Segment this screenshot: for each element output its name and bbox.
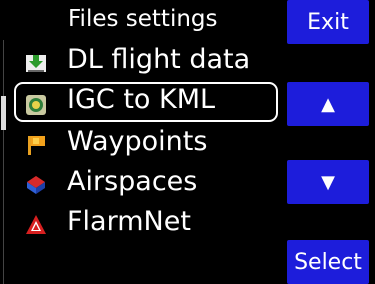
list-item-dl-flight-data[interactable]: DL flight data <box>16 42 278 82</box>
list-item-igc-to-kml[interactable]: IGC to KML <box>14 82 278 122</box>
download-icon <box>26 55 46 72</box>
scrollbar-thumb[interactable] <box>1 96 6 130</box>
scroll-down-button[interactable]: ▼ <box>287 160 369 204</box>
scroll-up-button[interactable]: ▲ <box>287 82 369 126</box>
select-button-label: Select <box>294 249 362 275</box>
list-item-label: FlarmNet <box>67 206 191 237</box>
list-item-label: IGC to KML <box>67 84 216 115</box>
scrollbar-track <box>3 40 4 284</box>
list-item-label: Waypoints <box>67 126 208 157</box>
airspace-icon <box>27 176 45 194</box>
up-arrow-icon: ▲ <box>321 93 335 115</box>
flag-icon <box>28 136 45 155</box>
select-button[interactable]: Select <box>287 240 369 284</box>
convert-icon <box>26 95 46 115</box>
page-title: Files settings <box>68 6 218 32</box>
list-item-flarmnet[interactable]: FlarmNet <box>16 204 278 244</box>
list-item-label: DL flight data <box>67 44 251 75</box>
exit-button[interactable]: Exit <box>287 0 369 44</box>
list-item-airspaces[interactable]: Airspaces <box>16 164 278 204</box>
exit-button-label: Exit <box>307 9 349 35</box>
down-arrow-icon: ▼ <box>321 171 335 193</box>
flarm-icon <box>26 215 46 234</box>
list-item-waypoints[interactable]: Waypoints <box>16 124 278 164</box>
list-item-label: Airspaces <box>67 166 198 197</box>
